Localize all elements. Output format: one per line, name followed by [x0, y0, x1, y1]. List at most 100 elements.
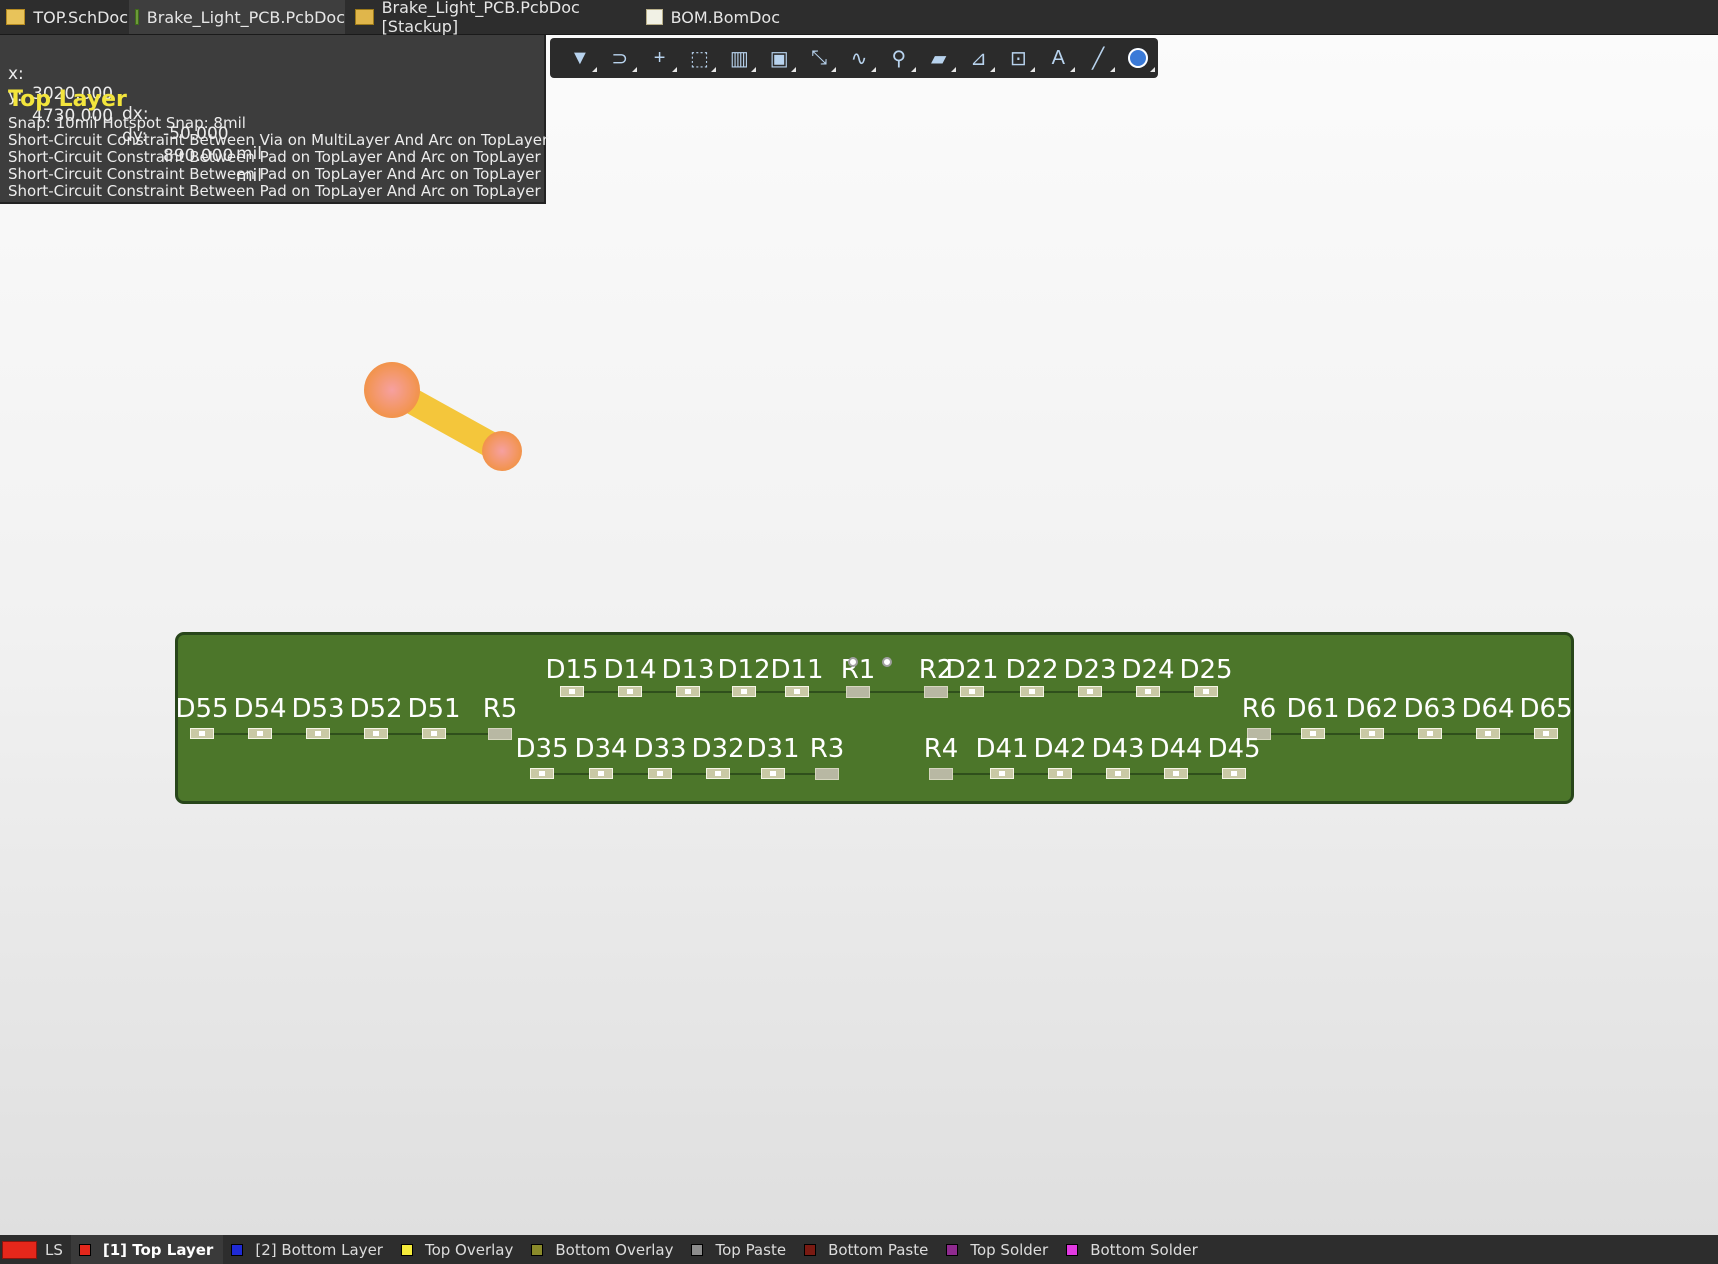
layer-tab-bottom-overlay[interactable]: Bottom Overlay — [523, 1235, 683, 1264]
short-circuit-arc-highlight[interactable] — [360, 355, 530, 475]
copper-trace — [198, 733, 496, 735]
length-tuning-button[interactable]: ∿ — [839, 40, 879, 76]
layer-tab-1-top-layer[interactable]: [1] Top Layer — [70, 1235, 224, 1264]
led-footprint[interactable] — [732, 686, 756, 697]
designator-d15: D15 — [545, 655, 599, 685]
designator-d13: D13 — [661, 655, 715, 685]
select-rectangle-button[interactable]: ⬚ — [680, 40, 720, 76]
led-footprint[interactable] — [618, 686, 642, 697]
designator-d32: D32 — [691, 734, 745, 764]
designator-r5: R5 — [482, 694, 518, 724]
layer-tab-top-overlay[interactable]: Top Overlay — [393, 1235, 523, 1264]
layer-color-swatch — [78, 1243, 91, 1256]
led-footprint[interactable] — [248, 728, 272, 739]
select-rectangle-icon: ⬚ — [690, 47, 709, 70]
led-footprint[interactable] — [676, 686, 700, 697]
layer-tab-label: [1] Top Layer — [102, 1240, 214, 1259]
interactive-routing-button[interactable]: ⊃ — [600, 40, 640, 76]
layer-color-swatch — [400, 1243, 413, 1256]
text-frame-button[interactable]: ⊡ — [998, 40, 1038, 76]
line-icon: ╱ — [1092, 47, 1105, 70]
arc-end-pad — [482, 431, 522, 471]
resistor-footprint[interactable] — [924, 686, 948, 698]
led-footprint[interactable] — [1194, 686, 1218, 697]
via[interactable] — [882, 657, 892, 667]
layer-color-swatch — [231, 1243, 244, 1256]
route-icon: ⤡ — [811, 46, 828, 69]
align-button[interactable]: ▥ — [719, 40, 759, 76]
led-footprint[interactable] — [706, 768, 730, 779]
layer-tab-2-bottom-layer[interactable]: [2] Bottom Layer — [223, 1235, 393, 1264]
polygon-button[interactable]: ▰ — [919, 40, 959, 76]
violation-message: Short-Circuit Constraint Between Pad on … — [8, 182, 541, 200]
led-footprint[interactable] — [990, 768, 1014, 779]
led-footprint[interactable] — [1048, 768, 1072, 779]
led-footprint[interactable] — [1418, 728, 1442, 739]
designator-d31: D31 — [746, 734, 800, 764]
line-button[interactable]: ╱ — [1078, 40, 1118, 76]
heads-up-display: x: 3020.000 dx: -50.000 mil y: 4730.000 … — [0, 35, 548, 204]
pcb-editor-canvas[interactable]: x: 3020.000 dx: -50.000 mil y: 4730.000 … — [0, 35, 1718, 1235]
layer-tab-label: Top Paste — [715, 1240, 787, 1259]
resistor-footprint[interactable] — [846, 686, 870, 698]
snap-info: Snap: 10mil Hotspot Snap: 8mil — [8, 114, 246, 132]
led-footprint[interactable] — [1534, 728, 1558, 739]
led-footprint[interactable] — [364, 728, 388, 739]
resistor-footprint[interactable] — [488, 728, 512, 740]
tab-top-schdoc[interactable]: TOP.SchDoc — [0, 0, 128, 34]
layer-tab-bottom-solder[interactable]: Bottom Solder — [1058, 1235, 1208, 1264]
pcb-doc-icon — [135, 9, 139, 25]
led-footprint[interactable] — [785, 686, 809, 697]
designator-d34: D34 — [574, 734, 628, 764]
led-footprint[interactable] — [190, 728, 214, 739]
led-footprint[interactable] — [560, 686, 584, 697]
3d-body-button[interactable] — [1118, 40, 1158, 76]
add-button[interactable]: + — [640, 40, 680, 76]
via[interactable] — [848, 657, 858, 667]
designator-d41: D41 — [975, 734, 1029, 764]
led-footprint[interactable] — [1301, 728, 1325, 739]
string-button[interactable]: A — [1038, 40, 1078, 76]
led-footprint[interactable] — [1360, 728, 1384, 739]
tab-bom-bomdoc[interactable]: BOM.BomDoc — [640, 0, 780, 34]
layer-tab-bar: LS [1] Top Layer [2] Bottom Layer Top Over… — [0, 1235, 1718, 1264]
led-footprint[interactable] — [1476, 728, 1500, 739]
led-footprint[interactable] — [306, 728, 330, 739]
component-button[interactable]: ▣ — [759, 40, 799, 76]
active-bar-toolbar: ▼ ⊃ + ⬚ ▥ ▣ ⤡ ∿ ⚲ ▰ ⊿ ⊡ A ╱ — [550, 38, 1158, 78]
designator-d62: D62 — [1345, 694, 1399, 724]
led-footprint[interactable] — [960, 686, 984, 697]
place-pad-button[interactable]: ⚲ — [879, 40, 919, 76]
layer-set-swatch[interactable] — [2, 1240, 37, 1259]
led-footprint[interactable] — [1078, 686, 1102, 697]
tab-brake-light-pcbdoc[interactable]: Brake_Light_PCB.PcbDoc — [129, 0, 345, 34]
layer-tab-label: Top Overlay — [424, 1240, 514, 1259]
filter-button[interactable]: ▼ — [560, 40, 600, 76]
designator-r4: R4 — [923, 734, 959, 764]
route-button[interactable]: ⤡ — [799, 40, 839, 76]
designator-r1: R1 — [840, 655, 876, 685]
led-footprint[interactable] — [589, 768, 613, 779]
layer-set-label[interactable]: LS — [45, 1241, 63, 1259]
resistor-footprint[interactable] — [929, 768, 953, 780]
resistor-footprint[interactable] — [815, 768, 839, 780]
layer-tab-top-paste[interactable]: Top Paste — [683, 1235, 796, 1264]
dimension-button[interactable]: ⊿ — [959, 40, 999, 76]
designator-r6: R6 — [1241, 694, 1277, 724]
led-footprint[interactable] — [761, 768, 785, 779]
led-footprint[interactable] — [1106, 768, 1130, 779]
tab-brake-light-stackup[interactable]: Brake_Light_PCB.PcbDoc [Stackup] — [349, 0, 639, 36]
led-footprint[interactable] — [1020, 686, 1044, 697]
designator-d44: D44 — [1149, 734, 1203, 764]
led-footprint[interactable] — [648, 768, 672, 779]
violation-message: Short-Circuit Constraint Between Pad on … — [8, 165, 541, 183]
layer-tab-bottom-paste[interactable]: Bottom Paste — [796, 1235, 938, 1264]
layer-tab-top-solder[interactable]: Top Solder — [938, 1235, 1058, 1264]
led-footprint[interactable] — [1136, 686, 1160, 697]
led-footprint[interactable] — [422, 728, 446, 739]
led-footprint[interactable] — [530, 768, 554, 779]
pcb-board[interactable]: D15 D14 D13 D12 D11 R1 R2 D21 D22 D23 D24 D25 D55 D54… — [175, 632, 1574, 804]
designator-d55: D55 — [175, 694, 229, 724]
led-footprint[interactable] — [1222, 768, 1246, 779]
led-footprint[interactable] — [1164, 768, 1188, 779]
